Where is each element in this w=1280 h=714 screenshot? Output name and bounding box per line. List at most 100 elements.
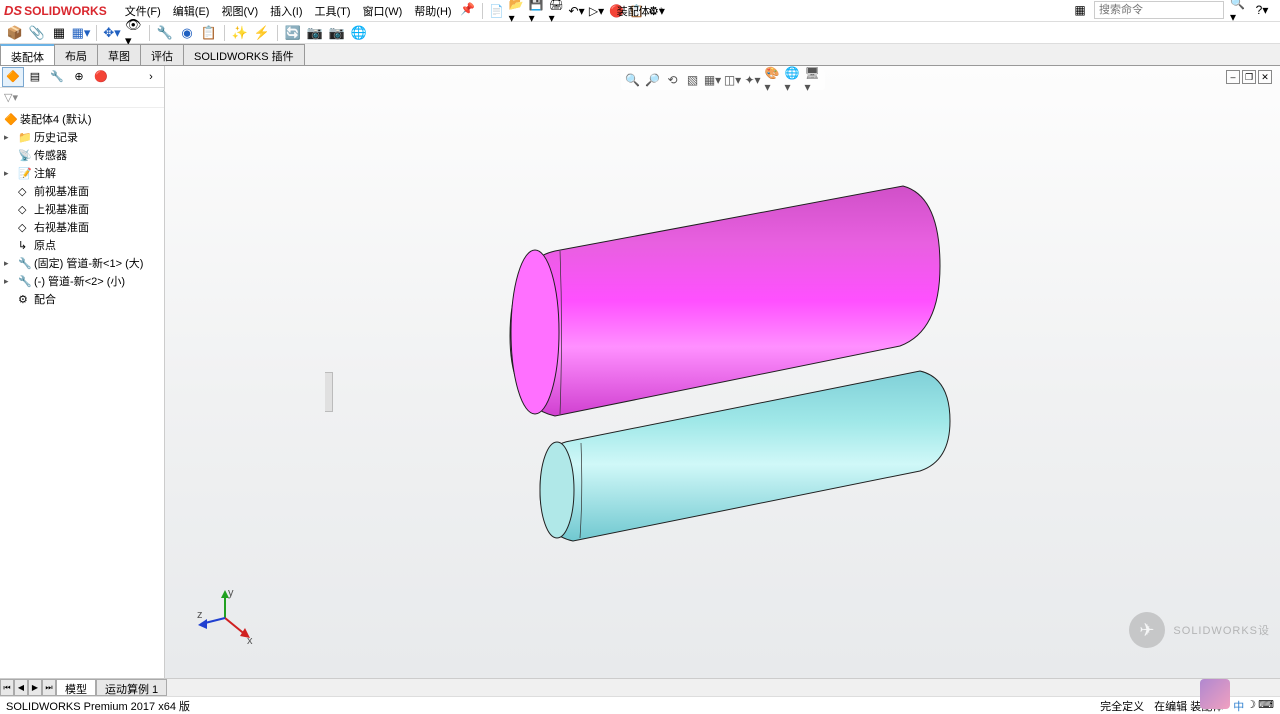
tab-assembly[interactable]: 装配体 xyxy=(0,44,55,65)
geometry-icon[interactable]: ◉ xyxy=(178,24,196,42)
tab-addins[interactable]: SOLIDWORKS 插件 xyxy=(183,44,305,65)
menu-window[interactable]: 窗口(W) xyxy=(357,1,409,21)
select-icon[interactable]: ▷▾ xyxy=(589,3,605,19)
dimexpert-tab-icon[interactable]: ⊕ xyxy=(68,67,90,87)
tab-layout[interactable]: 布局 xyxy=(54,44,98,65)
feature-tree-tab-icon[interactable]: 🔶 xyxy=(2,67,24,87)
menu-edit[interactable]: 编辑(E) xyxy=(167,1,216,21)
bottom-tab-model[interactable]: 模型 xyxy=(56,679,96,696)
tab-next-icon[interactable]: ▶ xyxy=(28,679,42,696)
tree-item-label: 前视基准面 xyxy=(34,183,89,199)
feature-icon[interactable]: 🔧 xyxy=(156,24,174,42)
avatar-icon xyxy=(1200,679,1230,709)
status-defined: 完全定义 xyxy=(1100,698,1144,714)
search-icon[interactable]: 🔍▾ xyxy=(1230,2,1246,18)
tree-expand-icon[interactable]: ▸ xyxy=(4,168,14,179)
menu-insert[interactable]: 插入(I) xyxy=(264,1,308,21)
assembly-icon: 🔶 xyxy=(4,113,18,126)
display-tab-icon[interactable]: 🔴 xyxy=(90,67,112,87)
globe-icon[interactable]: 🌐 xyxy=(350,24,368,42)
tree-item[interactable]: 📡传感器 xyxy=(0,146,164,164)
separator xyxy=(482,3,483,19)
tree-item-icon: 📡 xyxy=(18,149,32,162)
menu-help[interactable]: 帮助(H) xyxy=(408,1,457,21)
splitter-handle[interactable] xyxy=(325,372,333,412)
statusbar: SOLIDWORKS Premium 2017 x64 版 完全定义 在编辑 装… xyxy=(0,696,1280,714)
tree-item[interactable]: ▸ 🔧(固定) 管道-新<1> (大) xyxy=(0,254,164,272)
tab-last-icon[interactable]: ⏭ xyxy=(42,679,56,696)
feature-tree-panel: 🔶 ▤ 🔧 ⊕ 🔴 › ▽▾ 🔶 装配体4 (默认) ▸📁历史记录📡传感器▸📝注… xyxy=(0,66,165,678)
document-title: 装配体4 * xyxy=(617,3,663,19)
tab-first-icon[interactable]: ⏮ xyxy=(0,679,14,696)
watermark: ✈ SOLIDWORKS设 xyxy=(1129,612,1270,648)
snapshot-icon[interactable]: 📷 xyxy=(306,24,324,42)
instant3d-icon[interactable]: ⚡ xyxy=(253,24,271,42)
menubar: DS SOLIDWORKS 文件(F) 编辑(E) 视图(V) 插入(I) 工具… xyxy=(0,0,1280,22)
logo-ds: DS xyxy=(4,3,22,18)
search-menu-icon[interactable]: ▦ xyxy=(1072,2,1088,18)
menu-view[interactable]: 视图(V) xyxy=(215,1,264,21)
tree-item[interactable]: ▸📝注解 xyxy=(0,164,164,182)
search-input[interactable] xyxy=(1094,1,1224,19)
tree-item[interactable]: ▸🔧(-) 管道-新<2> (小) xyxy=(0,272,164,290)
main-menus: 文件(F) 编辑(E) 视图(V) 插入(I) 工具(T) 窗口(W) 帮助(H… xyxy=(119,1,478,21)
main-area: 🔶 ▤ 🔧 ⊕ 🔴 › ▽▾ 🔶 装配体4 (默认) ▸📁历史记录📡传感器▸📝注… xyxy=(0,66,1280,678)
tree-item-icon: ◇ xyxy=(18,185,32,198)
tree-expand-icon[interactable]: ▸ xyxy=(4,276,14,287)
tree-root[interactable]: 🔶 装配体4 (默认) xyxy=(0,110,164,128)
logo: DS SOLIDWORKS xyxy=(0,3,111,18)
tree-expand-icon[interactable]: ▸ xyxy=(4,258,14,269)
status-moon-icon[interactable]: ☽ xyxy=(1246,698,1256,714)
tree-root-label: 装配体4 (默认) xyxy=(20,111,92,127)
large-icon[interactable]: 📷 xyxy=(328,24,346,42)
move-icon[interactable]: ✥▾ xyxy=(103,24,121,42)
tree-item[interactable]: ◇右视基准面 xyxy=(0,218,164,236)
pin-icon[interactable]: 📌 xyxy=(460,1,476,17)
open-icon[interactable]: 📂▾ xyxy=(509,3,525,19)
print-icon[interactable]: 🖨▾ xyxy=(549,3,565,19)
bom-icon[interactable]: 📋 xyxy=(200,24,218,42)
save-icon[interactable]: 💾▾ xyxy=(529,3,545,19)
show-hidden-icon[interactable]: 👁▾ xyxy=(125,24,143,42)
new-icon[interactable]: 📄 xyxy=(489,3,505,19)
other-icon[interactable]: 🔄 xyxy=(284,24,302,42)
exploded-icon[interactable]: ✨ xyxy=(231,24,249,42)
undo-icon[interactable]: ↶▾ xyxy=(569,3,585,19)
tree-item[interactable]: ↳原点 xyxy=(0,236,164,254)
tab-evaluate[interactable]: 评估 xyxy=(140,44,184,65)
pattern-icon[interactable]: ▦ xyxy=(50,24,68,42)
filter-icon[interactable]: ▽▾ xyxy=(4,91,18,104)
tree-item[interactable]: ▸📁历史记录 xyxy=(0,128,164,146)
insert-component-icon[interactable]: 📦 xyxy=(6,24,24,42)
smart-fasteners-icon[interactable]: ▦▾ xyxy=(72,24,90,42)
expand-icon[interactable]: › xyxy=(140,67,162,87)
tab-prev-icon[interactable]: ◀ xyxy=(14,679,28,696)
tab-sketch[interactable]: 草图 xyxy=(97,44,141,65)
tree-item[interactable]: ◇前视基准面 xyxy=(0,182,164,200)
status-keyboard-icon[interactable]: ⌨ xyxy=(1258,698,1274,714)
config-tab-icon[interactable]: 🔧 xyxy=(46,67,68,87)
tree-item-label: (固定) 管道-新<1> (大) xyxy=(34,255,143,271)
tree-item-icon: ↳ xyxy=(18,239,32,252)
separator xyxy=(96,25,97,41)
tree-item-label: 上视基准面 xyxy=(34,201,89,217)
tree-expand-icon[interactable]: ▸ xyxy=(4,132,14,143)
wechat-icon: ✈ xyxy=(1129,612,1165,648)
menu-tools[interactable]: 工具(T) xyxy=(309,1,357,21)
tree-item-label: 注解 xyxy=(34,165,56,181)
feature-tree: 🔶 装配体4 (默认) ▸📁历史记录📡传感器▸📝注解◇前视基准面◇上视基准面◇右… xyxy=(0,108,164,678)
bottom-tab-motion[interactable]: 运动算例 1 xyxy=(96,679,167,696)
property-tab-icon[interactable]: ▤ xyxy=(24,67,46,87)
tree-item-icon: 🔧 xyxy=(18,257,32,270)
command-tabs: 装配体 布局 草图 评估 SOLIDWORKS 插件 xyxy=(0,44,1280,66)
svg-text:y: y xyxy=(228,588,234,599)
logo-text: SOLIDWORKS xyxy=(24,4,107,18)
status-ime-icon[interactable]: 中 xyxy=(1233,698,1244,714)
tree-item[interactable]: ⚙配合 xyxy=(0,290,164,308)
tree-item[interactable]: ◇上视基准面 xyxy=(0,200,164,218)
mate-icon[interactable]: 📎 xyxy=(28,24,46,42)
coordinate-triad[interactable]: y x z xyxy=(195,588,255,648)
3d-viewport[interactable]: 🔍 🔎 ⟲ ▧ ▦▾ ◫▾ ✦▾ 🎨▾ 🌐▾ 🖥▾ ‒ ❐ ✕ xyxy=(165,66,1280,678)
help-icon[interactable]: ?▾ xyxy=(1254,2,1270,18)
tree-item-icon: ◇ xyxy=(18,221,32,234)
